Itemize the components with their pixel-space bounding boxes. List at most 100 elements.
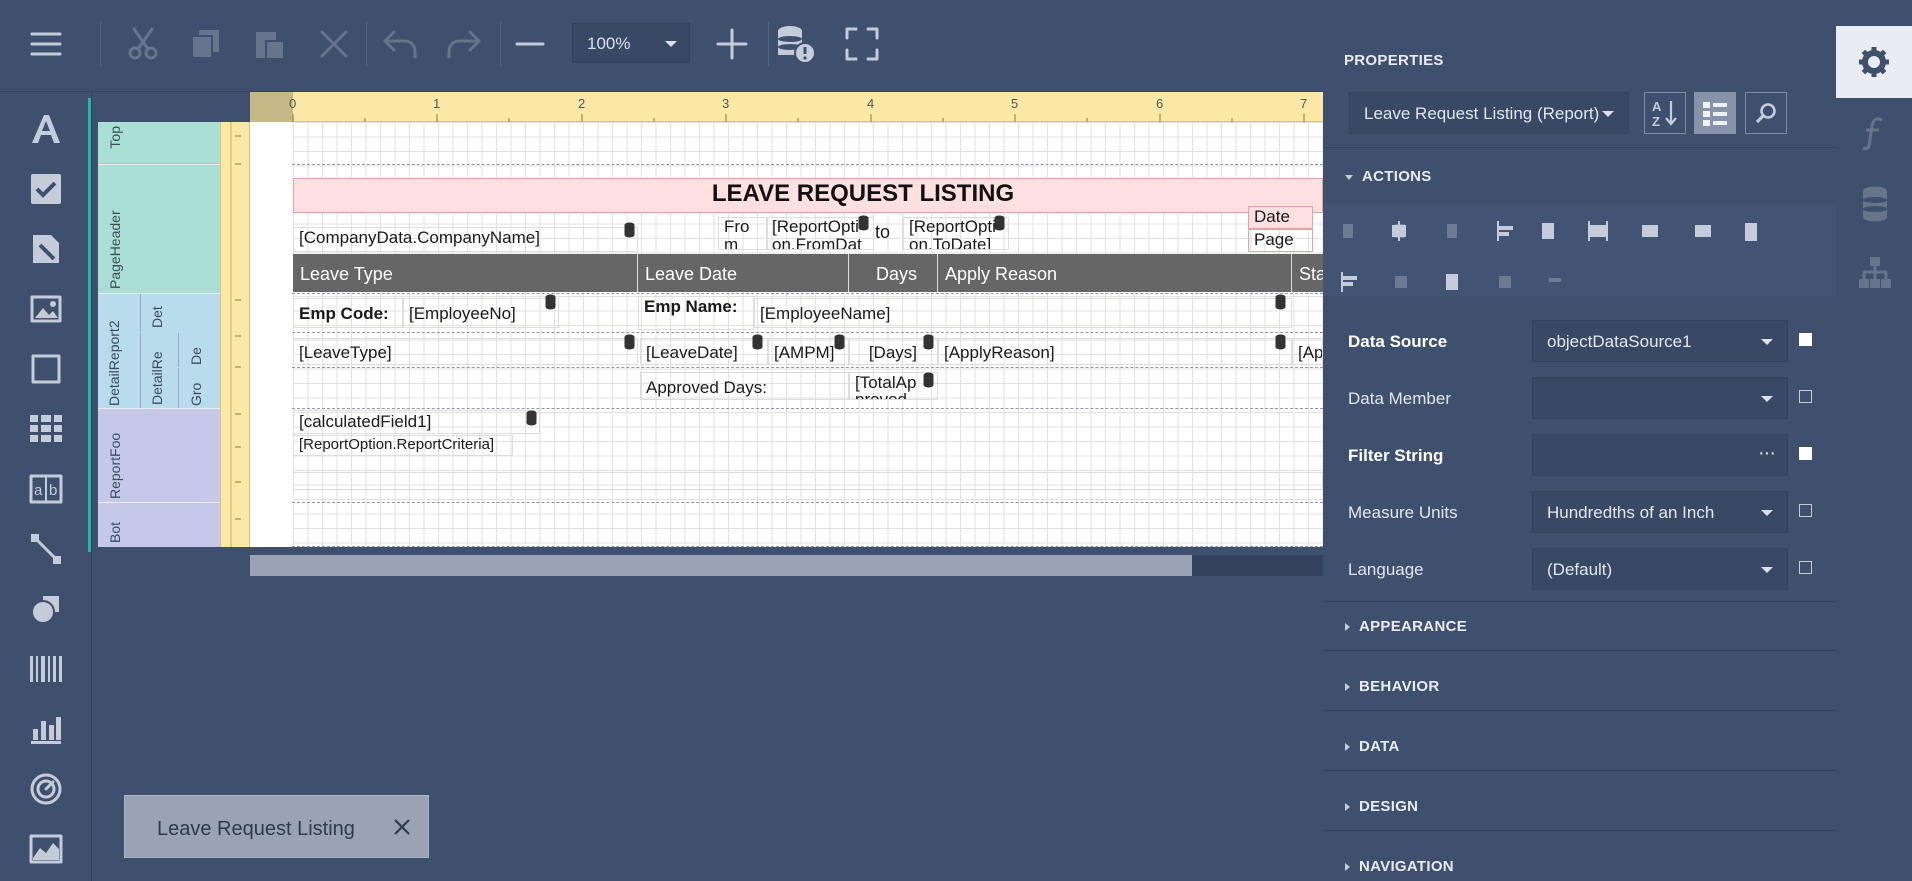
- band-page-header[interactable]: PageHeader: [98, 165, 220, 293]
- database-icon: [1863, 186, 1887, 222]
- apply-reason-field[interactable]: [ApplyReason]: [938, 338, 1292, 365]
- caret-right-icon: [1345, 803, 1350, 812]
- data-member-checkbox[interactable]: [1799, 390, 1812, 403]
- emp-name-field[interactable]: [EmployeeName]: [754, 298, 1292, 328]
- cut-icon[interactable]: [121, 22, 165, 66]
- tab-properties[interactable]: [1836, 26, 1912, 98]
- filter-string-input[interactable]: ···: [1532, 434, 1788, 476]
- language-checkbox[interactable]: [1799, 561, 1812, 574]
- calculated-field[interactable]: [calculatedField1]: [293, 410, 540, 434]
- data-source-checkbox[interactable]: [1799, 333, 1812, 346]
- checkbox-icon[interactable]: [24, 167, 68, 211]
- zoom-out-icon[interactable]: [508, 22, 552, 66]
- chart-icon[interactable]: [24, 707, 68, 751]
- toolbox: ab: [0, 92, 92, 881]
- line-icon[interactable]: [24, 527, 68, 571]
- database-icon: [923, 334, 934, 350]
- gauge-icon[interactable]: [24, 767, 68, 811]
- data-source-select[interactable]: objectDataSource1: [1532, 320, 1788, 362]
- col-header-leave-date[interactable]: Leave Date: [638, 254, 849, 292]
- status-field[interactable]: [Ap: [1292, 338, 1323, 365]
- band-group[interactable]: Gro: [178, 368, 220, 408]
- categorized-view-button[interactable]: [1694, 92, 1736, 134]
- zoom-in-icon[interactable]: [710, 22, 754, 66]
- measure-units-label: Measure Units: [1348, 503, 1458, 522]
- filter-string-checkbox[interactable]: [1799, 447, 1812, 460]
- band-detail-report-inner-label: DetailRe: [149, 351, 165, 405]
- ruler-mark: 6: [1156, 96, 1164, 111]
- paste-icon[interactable]: [247, 22, 291, 66]
- navigation-section-header[interactable]: NAVIGATION: [1345, 858, 1454, 875]
- leave-type-field[interactable]: [LeaveType]: [293, 338, 638, 365]
- hamburger-menu-icon[interactable]: [24, 22, 68, 66]
- band-report-footer[interactable]: ReportFoo: [98, 409, 220, 502]
- tab-report-explorer[interactable]: [1836, 240, 1912, 306]
- emp-name-label[interactable]: Emp Name:: [638, 296, 754, 330]
- table-icon[interactable]: [24, 407, 68, 451]
- from-label[interactable]: Fro m: [718, 217, 768, 250]
- approved-days-label[interactable]: Approved Days:: [640, 372, 849, 400]
- search-properties-button[interactable]: [1745, 92, 1787, 134]
- character-comb-icon[interactable]: ab: [24, 467, 68, 511]
- tab-field-list[interactable]: [1836, 170, 1912, 236]
- database-icon: [545, 294, 556, 310]
- band-page-header-label: PageHeader: [107, 210, 123, 289]
- emp-no-field[interactable]: [EmployeeNo]: [403, 298, 559, 328]
- design-section-header[interactable]: DESIGN: [1345, 798, 1418, 815]
- band-detail-a[interactable]: Det: [140, 294, 220, 332]
- delete-icon[interactable]: [312, 22, 356, 66]
- database-icon: [752, 334, 763, 350]
- col-header-status[interactable]: Sta: [1292, 254, 1323, 292]
- scrollbar-thumb[interactable]: [250, 555, 1192, 576]
- data-member-select[interactable]: [1532, 377, 1788, 419]
- caret-down-icon: [1345, 174, 1353, 180]
- shape-icon[interactable]: [24, 587, 68, 631]
- page-label[interactable]: Page: [1248, 229, 1313, 252]
- close-tab-icon[interactable]: [393, 818, 411, 836]
- appearance-section-header[interactable]: APPEARANCE: [1345, 618, 1467, 635]
- measure-units-checkbox[interactable]: [1799, 504, 1812, 517]
- sort-az-icon: AZ: [1652, 99, 1677, 128]
- sparkline-icon[interactable]: [24, 827, 68, 871]
- caret-right-icon: [1345, 743, 1350, 752]
- col-header-days[interactable]: Days: [849, 254, 938, 292]
- chevron-down-icon: [1761, 339, 1773, 345]
- barcode-icon[interactable]: [24, 647, 68, 691]
- date-label[interactable]: Date: [1248, 206, 1313, 229]
- behavior-section-header[interactable]: BEHAVIOR: [1345, 678, 1439, 695]
- data-section-header[interactable]: DATA: [1345, 738, 1400, 755]
- label-icon[interactable]: [24, 107, 68, 151]
- panel-icon[interactable]: [24, 347, 68, 391]
- leave-date-field[interactable]: [LeaveDate]: [640, 338, 768, 365]
- company-name-field[interactable]: [CompanyData.CompanyName]: [293, 227, 638, 252]
- copy-icon[interactable]: [184, 22, 228, 66]
- tab-expressions[interactable]: [1836, 100, 1912, 166]
- to-label[interactable]: to: [870, 222, 904, 250]
- language-value: (Default): [1547, 560, 1613, 579]
- rich-text-icon[interactable]: [24, 227, 68, 271]
- zoom-select[interactable]: 100%: [572, 23, 690, 63]
- language-select[interactable]: (Default): [1532, 548, 1788, 590]
- actions-section-header[interactable]: ACTIONS: [1345, 168, 1432, 185]
- band-detail-b[interactable]: De: [178, 333, 220, 367]
- redo-icon[interactable]: [442, 22, 486, 66]
- ellipsis-icon[interactable]: ···: [1758, 442, 1776, 465]
- horizontal-scrollbar[interactable]: [250, 555, 1323, 576]
- object-selector[interactable]: Leave Request Listing (Report): [1349, 92, 1629, 134]
- report-criteria-field[interactable]: [ReportOption.ReportCriteria]: [293, 435, 513, 456]
- validate-bindings-icon[interactable]: [774, 22, 818, 66]
- col-header-leave-type[interactable]: Leave Type: [293, 254, 638, 292]
- band-top[interactable]: Top: [98, 122, 220, 164]
- sort-alphabetical-button[interactable]: AZ: [1644, 92, 1686, 134]
- picture-box-icon[interactable]: [24, 287, 68, 331]
- database-icon: [1275, 294, 1286, 310]
- measure-units-select[interactable]: Hundredths of an Inch: [1532, 491, 1788, 533]
- emp-code-label[interactable]: Emp Code:: [293, 298, 403, 328]
- undo-icon[interactable]: [378, 22, 422, 66]
- fullscreen-icon[interactable]: [840, 22, 884, 66]
- report-tab[interactable]: Leave Request Listing: [124, 795, 429, 858]
- band-detail-report2-label: DetailReport2: [106, 320, 122, 406]
- band-bottom[interactable]: Bot: [98, 503, 220, 547]
- col-header-apply-reason[interactable]: Apply Reason: [938, 254, 1292, 292]
- side-tabs: [1836, 0, 1912, 881]
